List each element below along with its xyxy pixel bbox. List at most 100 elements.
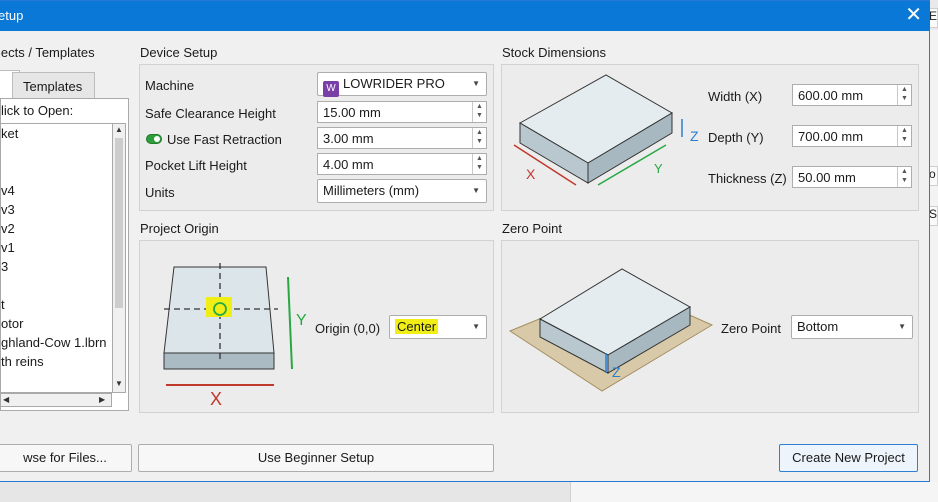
zero-point-field-label: Zero Point bbox=[721, 321, 781, 336]
list-horizontal-scrollbar[interactable]: ◀ ▶ bbox=[1, 393, 112, 407]
spin-down-icon[interactable]: ▼ bbox=[476, 112, 483, 119]
list-item[interactable] bbox=[1, 162, 112, 181]
scroll-down-icon[interactable]: ▼ bbox=[115, 379, 123, 388]
origin-highlight bbox=[206, 297, 232, 317]
thickness-label: Thickness (Z) bbox=[708, 171, 787, 186]
browse-files-button[interactable]: wse for Files... bbox=[0, 444, 132, 472]
templates-list-frame: lick to Open: ket v4 v3 v2 v1 3 t otor g… bbox=[0, 98, 129, 411]
fast-retraction-toggle[interactable] bbox=[146, 134, 162, 144]
machine-select[interactable]: W LOWRIDER PRO ▼ bbox=[317, 72, 487, 97]
pocket-lift-input[interactable]: 4.00 mm ▲ ▼ bbox=[317, 153, 487, 175]
fast-retraction-input[interactable]: 3.00 mm ▲ ▼ bbox=[317, 127, 487, 149]
y-axis-arrow bbox=[287, 276, 293, 370]
chevron-down-icon: ▼ bbox=[898, 322, 906, 331]
depth-input[interactable]: 700.00 mm ▲ ▼ bbox=[792, 125, 912, 147]
projects-section-label: jects / Templates bbox=[0, 45, 95, 60]
spin-down-icon[interactable]: ▼ bbox=[901, 95, 908, 102]
spin-down-icon[interactable]: ▼ bbox=[901, 177, 908, 184]
machine-label: Machine bbox=[145, 78, 195, 93]
list-item[interactable]: v4 bbox=[1, 181, 112, 200]
depth-value: 700.00 mm bbox=[798, 129, 864, 144]
chevron-down-icon: ▼ bbox=[472, 322, 480, 331]
depth-label: Depth (Y) bbox=[708, 130, 764, 145]
units-label: Units bbox=[145, 185, 175, 200]
axis-x-label: X bbox=[526, 166, 536, 182]
spin-down-icon[interactable]: ▼ bbox=[901, 136, 908, 143]
list-item[interactable] bbox=[1, 276, 112, 295]
spin-up-icon[interactable]: ▲ bbox=[901, 86, 908, 93]
project-origin-label: Project Origin bbox=[140, 221, 219, 236]
list-item[interactable]: ket bbox=[1, 124, 112, 143]
safe-clearance-label: Safe Clearance Height bbox=[145, 106, 276, 121]
device-setup-label: Device Setup bbox=[140, 45, 218, 60]
spin-up-icon[interactable]: ▲ bbox=[476, 129, 483, 136]
spin-up-icon[interactable]: ▲ bbox=[901, 168, 908, 175]
spin-down-icon[interactable]: ▼ bbox=[476, 164, 483, 171]
width-value: 600.00 mm bbox=[798, 88, 864, 103]
axis-z-label: Z bbox=[690, 128, 699, 144]
width-label: Width (X) bbox=[708, 89, 763, 104]
list-item[interactable]: v1 bbox=[1, 238, 112, 257]
origin-value: Center bbox=[395, 319, 439, 334]
create-new-project-button[interactable]: Create New Project bbox=[779, 444, 918, 472]
pocket-lift-label: Pocket Lift Height bbox=[145, 158, 247, 173]
list-header: lick to Open: bbox=[1, 103, 74, 118]
origin-select[interactable]: Center ▼ bbox=[389, 315, 487, 339]
list-vertical-scrollbar[interactable]: ▲ ▼ bbox=[112, 123, 126, 393]
device-setup-panel: Machine W LOWRIDER PRO ▼ Safe Clearance H… bbox=[139, 64, 494, 211]
zero-point-label: Zero Point bbox=[502, 221, 562, 236]
list-item[interactable]: th reins bbox=[1, 352, 112, 371]
thickness-input[interactable]: 50.00 mm ▲ ▼ bbox=[792, 166, 912, 188]
spin-down-icon[interactable]: ▼ bbox=[476, 138, 483, 145]
list-item[interactable] bbox=[1, 143, 112, 162]
safe-clearance-value: 15.00 mm bbox=[323, 105, 381, 120]
stock-dimensions-panel: X Y Z Width (X) 600.00 mm ▲ ▼ Depth (Y) 7… bbox=[501, 64, 919, 211]
axis-y-label: Y bbox=[654, 161, 663, 176]
chevron-down-icon: ▼ bbox=[472, 79, 480, 88]
machine-logo-icon: W bbox=[323, 81, 339, 97]
spin-up-icon[interactable]: ▲ bbox=[476, 155, 483, 162]
origin-label: Origin (0,0) bbox=[315, 321, 381, 336]
thickness-value: 50.00 mm bbox=[798, 170, 856, 185]
units-value: Millimeters (mm) bbox=[323, 183, 420, 198]
list-item[interactable]: ghland-Cow 1.lbrn bbox=[1, 333, 112, 352]
close-icon[interactable]: ✕ bbox=[905, 4, 922, 26]
axis-x-label: X bbox=[210, 389, 222, 409]
zero-point-select[interactable]: Bottom ▼ bbox=[791, 315, 913, 339]
scroll-right-icon[interactable]: ▶ bbox=[99, 395, 105, 404]
scroll-left-icon[interactable]: ◀ bbox=[3, 395, 9, 404]
scrollbar-thumb[interactable] bbox=[115, 138, 123, 308]
beginner-setup-button[interactable]: Use Beginner Setup bbox=[138, 444, 494, 472]
stock-dimensions-label: Stock Dimensions bbox=[502, 45, 607, 60]
window-title: etup bbox=[0, 8, 24, 23]
templates-list[interactable]: ket v4 v3 v2 v1 3 t otor ghland-Cow 1.lb… bbox=[1, 123, 113, 393]
safe-clearance-input[interactable]: 15.00 mm ▲ ▼ bbox=[317, 101, 487, 123]
zero-point-illustration: Z bbox=[508, 268, 714, 392]
scroll-up-icon[interactable]: ▲ bbox=[115, 125, 123, 134]
list-item[interactable]: v2 bbox=[1, 219, 112, 238]
machine-value: LOWRIDER PRO bbox=[343, 76, 445, 91]
list-item[interactable]: 3 bbox=[1, 257, 112, 276]
tab-templates[interactable]: Templates bbox=[12, 72, 95, 100]
background-bottom bbox=[0, 482, 938, 502]
list-item[interactable]: t bbox=[1, 295, 112, 314]
spin-up-icon[interactable]: ▲ bbox=[476, 103, 483, 110]
axis-y-label: Y bbox=[296, 312, 307, 329]
tab-templates-label: Templates bbox=[23, 79, 83, 94]
pocket-lift-value: 4.00 mm bbox=[323, 157, 374, 172]
stock-illustration: X Y Z bbox=[513, 74, 699, 186]
titlebar: etup ✕ bbox=[0, 1, 930, 31]
axis-z-label: Z bbox=[612, 364, 621, 380]
width-input[interactable]: 600.00 mm ▲ ▼ bbox=[792, 84, 912, 106]
fast-retraction-value: 3.00 mm bbox=[323, 131, 374, 146]
new-project-setup-dialog: etup ✕ jects / Templates Device Setup St… bbox=[0, 0, 930, 482]
list-item[interactable]: v3 bbox=[1, 200, 112, 219]
fast-retraction-label: Use Fast Retraction bbox=[167, 132, 282, 147]
spin-up-icon[interactable]: ▲ bbox=[901, 127, 908, 134]
zero-point-panel: Z Zero Point Bottom ▼ bbox=[501, 240, 919, 413]
units-select[interactable]: Millimeters (mm) ▼ bbox=[317, 179, 487, 203]
origin-illustration: Y X bbox=[163, 263, 307, 409]
zero-point-value: Bottom bbox=[797, 319, 839, 334]
list-item[interactable]: otor bbox=[1, 314, 112, 333]
chevron-down-icon: ▼ bbox=[472, 186, 480, 195]
